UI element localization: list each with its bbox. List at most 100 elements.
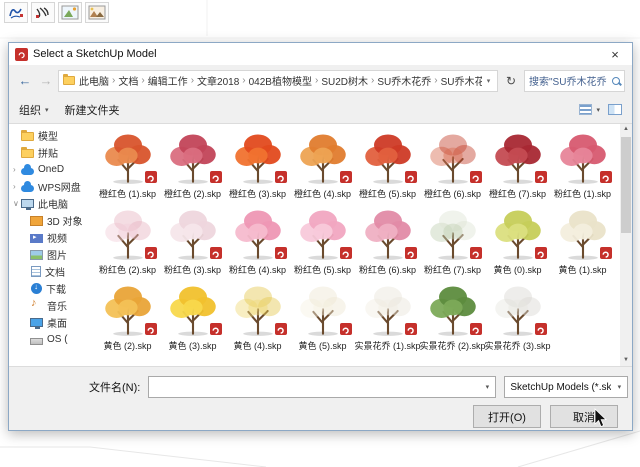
file-item[interactable]: 粉红色 (7).skp xyxy=(420,204,485,276)
filename-input[interactable] xyxy=(149,377,480,397)
expander-chevron[interactable]: › xyxy=(13,182,21,191)
sidebar-item[interactable]: 视频 xyxy=(9,229,93,246)
video-icon xyxy=(30,233,43,243)
file-name: 粉红色 (6).skp xyxy=(358,265,416,275)
file-item[interactable]: 粉红色 (2).skp xyxy=(95,204,160,276)
skp-file-badge-icon xyxy=(599,247,612,259)
sidebar-item[interactable]: OS ( xyxy=(9,331,93,348)
objects-icon xyxy=(30,215,43,226)
file-item[interactable]: 橙红色 (1).skp xyxy=(95,128,160,200)
open-button[interactable]: 打开(O) xyxy=(473,405,541,428)
file-thumbnail xyxy=(228,280,288,338)
search-box[interactable] xyxy=(524,69,625,92)
breadcrumb-segment[interactable]: SU乔木花乔 xyxy=(441,73,482,88)
scroll-down-icon[interactable]: ▼ xyxy=(623,355,629,366)
breadcrumb-segment[interactable]: SU乔木花乔 xyxy=(377,73,440,88)
sidebar-item[interactable]: 文档 xyxy=(9,263,93,280)
filetype-label: SketchUp Models (*.skp) xyxy=(510,381,612,393)
skp-file-badge-icon xyxy=(144,171,157,183)
vertical-scrollbar[interactable]: ▲ ▼ xyxy=(620,124,632,366)
back-button[interactable]: ← xyxy=(16,71,34,91)
file-thumbnail xyxy=(293,280,353,338)
file-thumbnail xyxy=(98,280,158,338)
file-item[interactable]: 橙红色 (4).skp xyxy=(290,128,355,200)
sidebar-item[interactable]: › OneD xyxy=(9,161,93,178)
file-name: 实景花乔 (3).skp xyxy=(484,341,551,351)
calligraphy-brush-1-icon[interactable] xyxy=(4,2,28,23)
view-controls: ▾ xyxy=(579,104,622,115)
breadcrumb[interactable]: 此电脑 文档 编辑工作 文章2018 042B植物模型 SU2D树木 SU乔木花… xyxy=(58,69,498,92)
expander-chevron[interactable]: ∨ xyxy=(13,199,21,208)
sidebar-item[interactable]: 音乐 xyxy=(9,297,93,314)
breadcrumb-segment[interactable]: 文章2018 xyxy=(197,73,249,88)
sidebar-item-label: 此电脑 xyxy=(38,200,68,211)
breadcrumb-segment[interactable]: 此电脑 xyxy=(79,73,118,88)
file-thumbnail xyxy=(488,280,548,338)
scene-thumbnail-1-icon[interactable] xyxy=(58,2,82,23)
sidebar-item[interactable]: › WPS网盘 xyxy=(9,178,93,195)
close-button[interactable]: × xyxy=(598,43,632,65)
file-item[interactable]: 黄色 (1).skp xyxy=(550,204,615,276)
file-item[interactable]: 黄色 (4).skp xyxy=(225,280,290,352)
file-name: 黄色 (3).skp xyxy=(168,341,217,351)
expander-chevron[interactable]: › xyxy=(13,165,21,174)
filename-combobox[interactable]: ▾ xyxy=(148,376,497,398)
skp-file-badge-icon xyxy=(599,171,612,183)
filetype-select[interactable]: SketchUp Models (*.skp) ▾ xyxy=(504,376,629,398)
scrollbar-thumb[interactable] xyxy=(621,137,631,233)
file-thumbnail xyxy=(358,280,418,338)
file-item[interactable]: 黄色 (5).skp xyxy=(290,280,355,352)
sidebar-item[interactable]: 拼贴 xyxy=(9,144,93,161)
skp-file-badge-icon xyxy=(469,171,482,183)
breadcrumb-segment[interactable]: 文档 xyxy=(118,73,147,88)
calligraphy-brush-2-icon[interactable] xyxy=(31,2,55,23)
file-item[interactable]: 实景花乔 (1).skp xyxy=(355,280,421,352)
sidebar-item[interactable]: 3D 对象 xyxy=(9,212,93,229)
preview-pane-button[interactable] xyxy=(608,104,622,115)
refresh-button[interactable]: ↻ xyxy=(501,70,521,92)
file-item[interactable]: 粉红色 (3).skp xyxy=(160,204,225,276)
file-item[interactable]: 粉红色 (5).skp xyxy=(290,204,355,276)
file-item[interactable]: 橙红色 (3).skp xyxy=(225,128,290,200)
sidebar-item[interactable]: 图片 xyxy=(9,246,93,263)
file-name: 橙红色 (3).skp xyxy=(228,189,286,199)
breadcrumb-segment[interactable]: SU2D树木 xyxy=(321,73,377,88)
search-input[interactable] xyxy=(529,75,607,86)
file-item[interactable]: 粉红色 (6).skp xyxy=(355,204,420,276)
file-item[interactable]: 黄色 (2).skp xyxy=(95,280,160,352)
skp-file-badge-icon xyxy=(469,323,482,335)
new-folder-button[interactable]: 新建文件夹 xyxy=(65,102,120,118)
sidebar-item-label: 3D 对象 xyxy=(47,217,83,228)
scene-thumbnail-2-icon[interactable] xyxy=(85,2,109,23)
file-item[interactable]: 实景花乔 (2).skp xyxy=(419,280,486,352)
file-thumbnail xyxy=(553,204,613,262)
address-dropdown-icon[interactable]: ▾ xyxy=(482,77,495,85)
breadcrumb-segment[interactable]: 042B植物模型 xyxy=(249,73,322,88)
sidebar-item[interactable]: ∨ 此电脑 xyxy=(9,195,93,212)
file-item[interactable]: 实景花乔 (3).skp xyxy=(484,280,551,352)
sidebar-item[interactable]: 桌面 xyxy=(9,314,93,331)
skp-file-badge-icon xyxy=(404,323,417,335)
breadcrumb-segment[interactable]: 编辑工作 xyxy=(148,73,197,88)
file-item[interactable]: 橙红色 (5).skp xyxy=(355,128,420,200)
file-item[interactable]: 橙红色 (6).skp xyxy=(420,128,485,200)
skp-file-badge-icon xyxy=(534,171,547,183)
file-item[interactable]: 橙红色 (7).skp xyxy=(485,128,550,200)
file-name: 实景花乔 (2).skp xyxy=(419,341,486,351)
file-item[interactable]: 粉红色 (4).skp xyxy=(225,204,290,276)
organize-button[interactable]: 组织 ▾ xyxy=(19,102,49,118)
file-item[interactable]: 粉红色 (1).skp xyxy=(550,128,615,200)
sidebar-item[interactable]: 模型 xyxy=(9,127,93,144)
forward-button[interactable]: → xyxy=(37,71,55,91)
scroll-up-icon[interactable]: ▲ xyxy=(623,124,629,135)
chevron-down-icon[interactable]: ▾ xyxy=(479,383,495,391)
download-icon xyxy=(31,282,42,294)
sidebar-item-label: 音乐 xyxy=(47,302,67,313)
view-mode-button[interactable]: ▾ xyxy=(579,104,600,115)
sidebar-item[interactable]: 下载 xyxy=(9,280,93,297)
file-thumbnail xyxy=(488,204,548,262)
file-item[interactable]: 橙红色 (2).skp xyxy=(160,128,225,200)
file-name: 黄色 (1).skp xyxy=(558,265,607,275)
file-item[interactable]: 黄色 (3).skp xyxy=(160,280,225,352)
file-item[interactable]: 黄色 (0).skp xyxy=(485,204,550,276)
